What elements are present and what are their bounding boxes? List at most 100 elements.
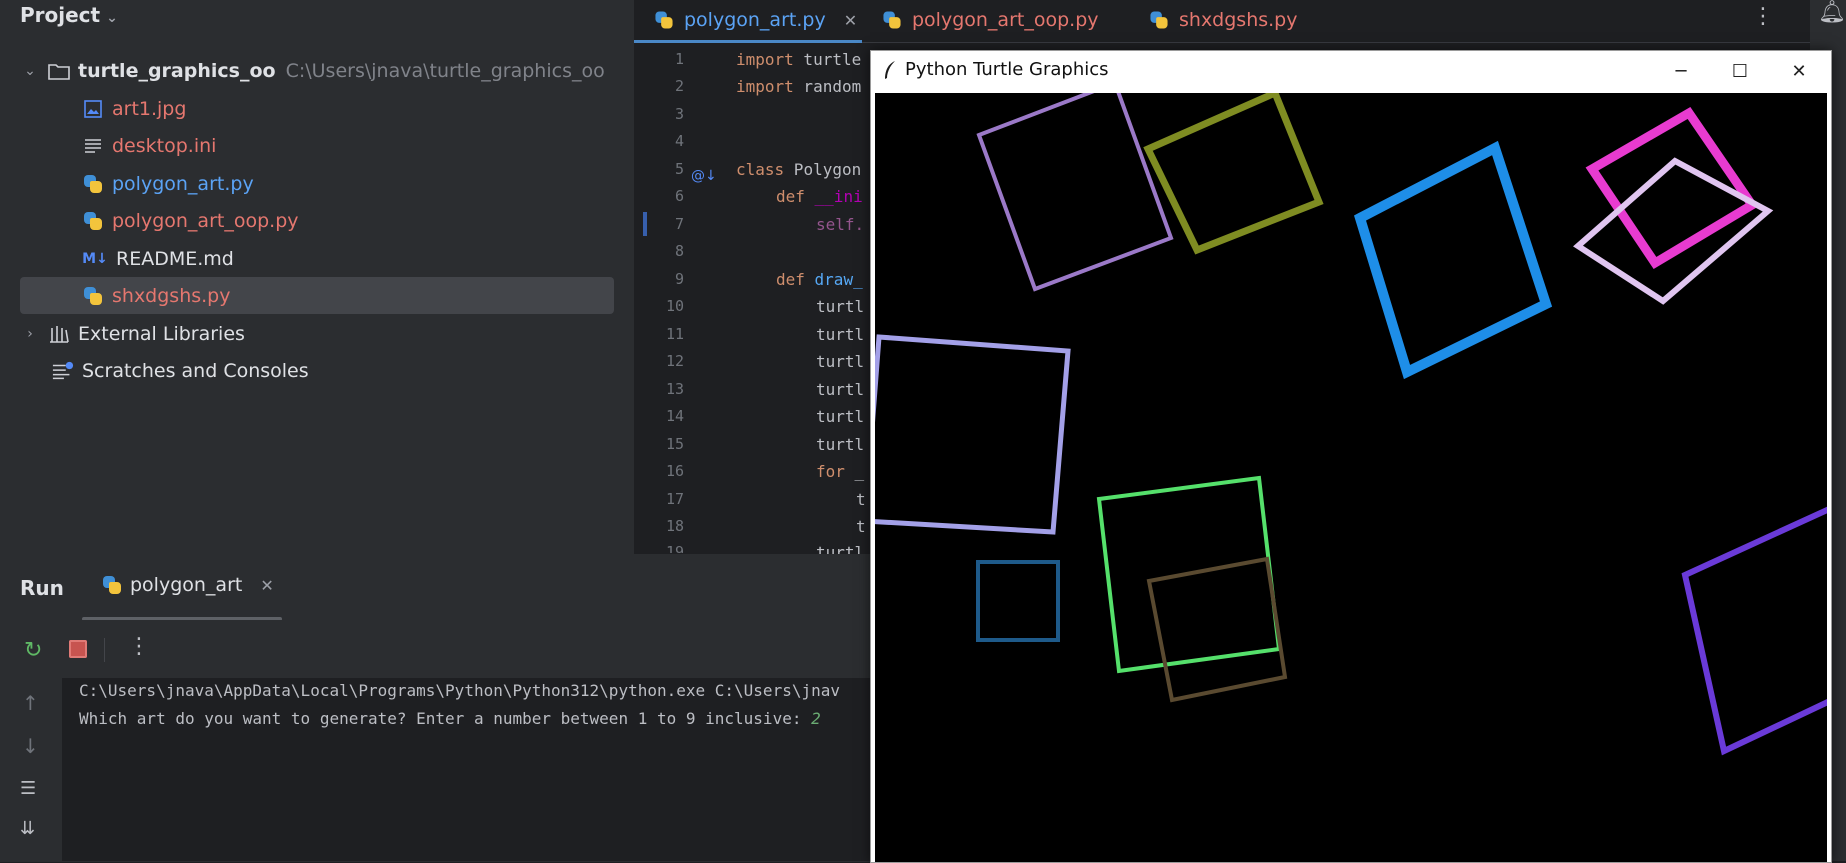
line-number: 2 (674, 77, 684, 95)
project-panel: Project ⌄ ⌄ turtle_graphics_oo C:\Users\j… (0, 0, 634, 554)
tree-item-polygon-art[interactable]: polygon_art.py (20, 165, 614, 202)
line-number: 19 (665, 543, 684, 553)
run-toolbar: ↻ ⋮ (0, 620, 872, 678)
line-number: 11 (665, 325, 684, 343)
arrow-up-icon[interactable]: ↑ (22, 691, 39, 715)
more-options-icon[interactable]: ⋮ (128, 634, 150, 659)
square-purple-1 (976, 93, 1174, 292)
chevron-down-icon[interactable]: ⌄ (20, 63, 40, 79)
scroll-to-end-icon[interactable]: ⇊ (20, 818, 35, 839)
close-button[interactable]: ✕ (1770, 51, 1828, 91)
square-teal (976, 560, 1060, 642)
line-number: 15 (665, 435, 684, 453)
toolbar-divider (104, 638, 105, 662)
chevron-right-icon[interactable]: › (20, 326, 40, 342)
minimize-button[interactable]: ─ (1652, 51, 1710, 91)
line-number: 6 (674, 187, 684, 205)
code-line-9: def draw_ (776, 270, 863, 289)
tree-item-art1[interactable]: art1.jpg (20, 90, 614, 127)
tab-label: polygon_art.py (684, 9, 826, 31)
image-icon (82, 98, 104, 120)
code-line-17: t (856, 490, 866, 509)
scratches-label: Scratches and Consoles (82, 359, 309, 382)
run-panel-header: Run polygon_art ✕ (0, 554, 872, 621)
change-marker (643, 212, 647, 236)
line-number: 17 (665, 490, 684, 508)
close-icon[interactable]: ✕ (260, 576, 273, 595)
console-line-prompt: Which art do you want to generate? Enter… (79, 709, 821, 728)
square-blue (1354, 140, 1553, 380)
line-number: 18 (665, 517, 684, 535)
console-line-command: C:\Users\jnava\AppData\Local\Programs\Py… (79, 681, 840, 700)
close-icon[interactable]: ✕ (844, 11, 857, 30)
line-number: 8 (674, 242, 684, 260)
editor-tab-bar: polygon_art.py ✕ polygon_art_oop.py shxd… (634, 0, 1810, 43)
code-line-7: self. (816, 215, 865, 234)
project-title-label: Project (20, 3, 101, 27)
more-options-icon[interactable]: ⋮ (1752, 4, 1774, 29)
chevron-down-icon[interactable]: ⌄ (106, 10, 118, 26)
square-periwinkle (875, 334, 1071, 535)
notifications-icon[interactable]: 🔔︎ (1818, 0, 1846, 25)
turtle-graphics-window[interactable]: Python Turtle Graphics ─ ☐ ✕ (870, 50, 1832, 863)
text-file-icon (82, 135, 104, 157)
square-violet (1681, 506, 1827, 756)
tree-item-polygon-art-oop[interactable]: polygon_art_oop.py (20, 202, 614, 239)
run-tab-label: polygon_art (130, 574, 243, 596)
code-line-19: turtl (816, 543, 865, 554)
library-icon (48, 323, 70, 345)
root-folder-name: turtle_graphics_oo (78, 59, 276, 82)
tab-label: shxdgshs.py (1179, 9, 1298, 31)
console-output[interactable] (62, 678, 872, 861)
python-file-icon (1150, 11, 1169, 30)
arrow-down-icon[interactable]: ↓ (22, 734, 39, 758)
code-line-13: turtl (816, 380, 865, 399)
tree-item-scratches[interactable]: Scratches and Consoles (20, 352, 614, 389)
turtle-canvas[interactable] (875, 93, 1827, 862)
code-line-12: turtl (816, 352, 865, 371)
file-name: shxdgshs.py (112, 284, 231, 307)
python-file-icon (82, 285, 104, 307)
line-number: 12 (665, 352, 684, 370)
code-line-5: class Polygon (736, 160, 862, 179)
run-panel-title: Run (20, 576, 64, 600)
tab-polygon-art[interactable]: polygon_art.py ✕ (654, 0, 857, 40)
line-number: 3 (674, 105, 684, 123)
project-panel-title[interactable]: Project ⌄ (20, 3, 118, 27)
run-side-toolbar: ↑ ↓ ☰ ⇊ (0, 678, 62, 861)
scratches-icon (52, 360, 74, 382)
turtle-window-titlebar[interactable]: Python Turtle Graphics ─ ☐ ✕ (871, 51, 1831, 91)
code-line-6: def __ini (776, 187, 863, 206)
square-olive (1143, 93, 1324, 255)
soft-wrap-icon[interactable]: ☰ (20, 778, 36, 799)
file-name: polygon_art.py (112, 172, 254, 195)
code-line-18: t (856, 517, 866, 536)
file-name: art1.jpg (112, 97, 187, 120)
rerun-icon[interactable]: ↻ (24, 638, 42, 663)
python-file-icon (883, 11, 902, 30)
active-tab-indicator (634, 40, 862, 43)
root-folder-path: C:\Users\jnava\turtle_graphics_oo (285, 59, 605, 82)
stop-icon[interactable] (69, 640, 87, 658)
code-line-15: turtl (816, 435, 865, 454)
maximize-button[interactable]: ☐ (1711, 51, 1769, 91)
tree-item-readme[interactable]: M↓ README.md (20, 240, 614, 277)
python-file-icon (102, 575, 122, 595)
external-libraries-label: External Libraries (78, 322, 245, 345)
line-number: 5 (674, 160, 684, 178)
tab-polygon-art-oop[interactable]: polygon_art_oop.py (882, 0, 1099, 40)
tree-item-desktop-ini[interactable]: desktop.ini (20, 127, 614, 164)
python-file-icon (655, 11, 674, 30)
file-name: polygon_art_oop.py (112, 209, 299, 232)
line-number: 4 (674, 132, 684, 150)
tree-root-folder[interactable]: ⌄ turtle_graphics_oo C:\Users\jnava\turt… (20, 52, 614, 89)
line-number: 7 (674, 215, 684, 233)
tab-label: polygon_art_oop.py (912, 9, 1099, 31)
override-marker-icon[interactable]: @↓ (691, 168, 717, 184)
tree-item-shxdgshs[interactable]: shxdgshs.py (20, 277, 614, 314)
tab-shxdgshs[interactable]: shxdgshs.py (1149, 0, 1298, 40)
line-number: 10 (665, 297, 684, 315)
tree-item-external-libraries[interactable]: › External Libraries (20, 315, 614, 352)
console-user-input: 2 (811, 709, 821, 728)
run-tab-polygon-art[interactable]: polygon_art ✕ (102, 574, 274, 596)
